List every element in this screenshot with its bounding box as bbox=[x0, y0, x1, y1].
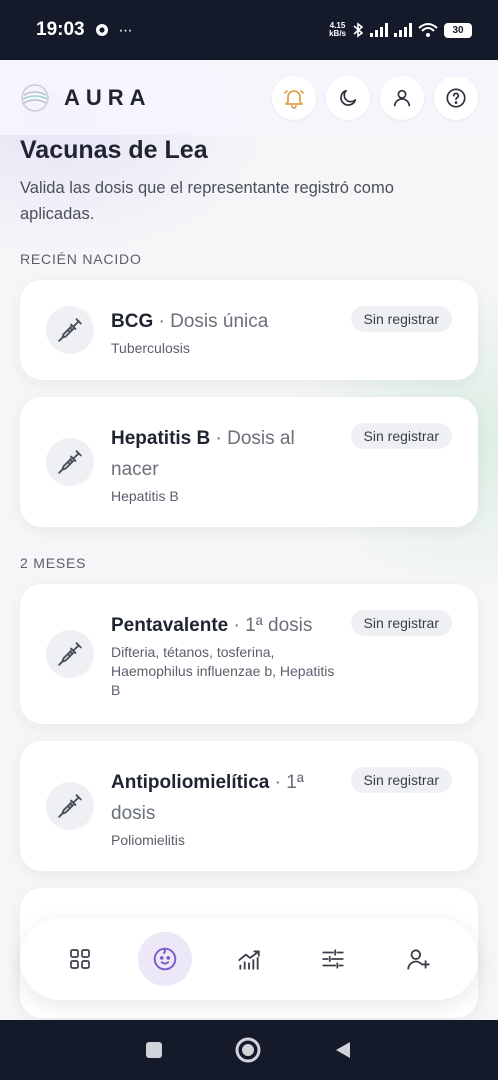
vaccine-icon-wrapper bbox=[46, 782, 94, 830]
vaccine-info: Hepatitis B · Dosis al nacer Hepatitis B bbox=[111, 423, 336, 506]
help-icon bbox=[446, 87, 466, 108]
vaccine-info: BCG · Dosis única Tuberculosis bbox=[111, 306, 336, 358]
vaccine-icon-wrapper bbox=[46, 306, 94, 354]
vaccine-name: BCG bbox=[111, 311, 154, 332]
chart-icon bbox=[238, 950, 260, 970]
syringe-icon bbox=[58, 450, 82, 474]
vaccine-name: Antipoliomielítica bbox=[111, 772, 270, 793]
page-subtitle: Valida las dosis que el representante re… bbox=[20, 179, 394, 223]
nav-add-user[interactable] bbox=[391, 932, 445, 986]
nav-dashboard[interactable] bbox=[53, 932, 107, 986]
section-label-newborn: RECIÉN NACIDO bbox=[20, 251, 142, 267]
bottom-nav bbox=[20, 918, 478, 1000]
add-user-icon bbox=[407, 949, 430, 970]
bell-icon bbox=[284, 89, 304, 109]
sliders-icon bbox=[322, 949, 345, 969]
status-badge[interactable]: Sin registrar bbox=[350, 306, 452, 332]
vaccine-info: Pentavalente · 1ª dosis Difteria, tétano… bbox=[111, 610, 336, 700]
profile-button[interactable] bbox=[380, 75, 424, 120]
notifications-button[interactable] bbox=[272, 75, 316, 120]
vaccine-name: Hepatitis B bbox=[111, 428, 211, 449]
vaccine-title: Antipoliomielítica · 1ª dosis bbox=[111, 772, 304, 824]
baby-face-icon bbox=[153, 947, 176, 971]
bluetooth-icon bbox=[353, 22, 364, 38]
nav-settings[interactable] bbox=[306, 932, 360, 986]
vaccine-icon-wrapper bbox=[46, 630, 94, 678]
vaccine-card-hepatitis-b[interactable]: Hepatitis B · Dosis al nacer Hepatitis B… bbox=[20, 397, 478, 527]
vaccine-dose: 1ª dosis bbox=[245, 615, 313, 636]
home-icon[interactable] bbox=[234, 1036, 262, 1064]
battery-indicator: 30 bbox=[444, 22, 472, 38]
vaccine-info: Antipoliomielítica · 1ª dosis Poliomieli… bbox=[111, 767, 336, 850]
app-content: AURA Vacunas de Lea Valida las dosis que… bbox=[0, 60, 498, 1020]
syringe-icon bbox=[58, 794, 82, 818]
vaccine-disease: Difteria, tétanos, tosferina, Haemophilu… bbox=[111, 644, 335, 698]
wifi-icon bbox=[418, 23, 438, 37]
status-badge[interactable]: Sin registrar bbox=[350, 767, 452, 793]
system-navigation-bar bbox=[0, 1020, 498, 1080]
vaccine-card-antipoliomielitica[interactable]: Antipoliomielítica · 1ª dosis Poliomieli… bbox=[20, 741, 478, 871]
back-icon[interactable] bbox=[332, 1039, 354, 1061]
signal-icon bbox=[370, 23, 388, 37]
page-title: Vacunas de Lea bbox=[20, 136, 208, 164]
section-label-2-months: 2 MESES bbox=[20, 555, 87, 571]
vaccine-card-bcg[interactable]: BCG · Dosis única Tuberculosis Sin regis… bbox=[20, 280, 478, 380]
vaccine-disease: Hepatitis B bbox=[111, 488, 179, 504]
moon-icon bbox=[340, 89, 357, 106]
nav-stats[interactable] bbox=[222, 932, 276, 986]
status-more: ⋯ bbox=[118, 21, 133, 38]
vaccine-dose: Dosis única bbox=[170, 311, 269, 332]
vaccine-icon-wrapper bbox=[46, 438, 94, 486]
status-badge[interactable]: Sin registrar bbox=[350, 423, 452, 449]
vaccine-disease: Tuberculosis bbox=[111, 340, 190, 356]
brand-name: AURA bbox=[64, 84, 152, 110]
recents-icon[interactable] bbox=[144, 1040, 164, 1060]
help-button[interactable] bbox=[434, 75, 478, 120]
nav-children[interactable] bbox=[137, 932, 192, 986]
aura-logo-icon bbox=[21, 83, 49, 112]
syringe-icon bbox=[58, 642, 82, 666]
vaccine-name: Pentavalente bbox=[111, 615, 229, 636]
user-icon bbox=[393, 89, 411, 106]
vaccine-title: Pentavalente · 1ª dosis bbox=[111, 615, 313, 636]
net-speed: 4.15 kB/s bbox=[329, 21, 346, 38]
vaccine-title: BCG · Dosis única bbox=[111, 311, 269, 332]
status-bar: 19:03 ⋯ 4.15 kB/s 30 bbox=[0, 0, 498, 60]
chrome-icon bbox=[95, 24, 108, 36]
theme-toggle-button[interactable] bbox=[326, 75, 370, 120]
status-time: 19:03 bbox=[36, 19, 85, 40]
vaccine-disease: Poliomielitis bbox=[111, 832, 185, 848]
syringe-icon bbox=[58, 318, 82, 342]
app-header: AURA bbox=[0, 60, 498, 135]
status-badge[interactable]: Sin registrar bbox=[350, 610, 452, 636]
logo: AURA bbox=[20, 83, 152, 113]
signal-icon-2 bbox=[394, 23, 412, 37]
vaccine-title: Hepatitis B · Dosis al nacer bbox=[111, 428, 295, 480]
grid-icon bbox=[70, 949, 91, 969]
vaccine-card-pentavalente[interactable]: Pentavalente · 1ª dosis Difteria, tétano… bbox=[20, 584, 478, 724]
